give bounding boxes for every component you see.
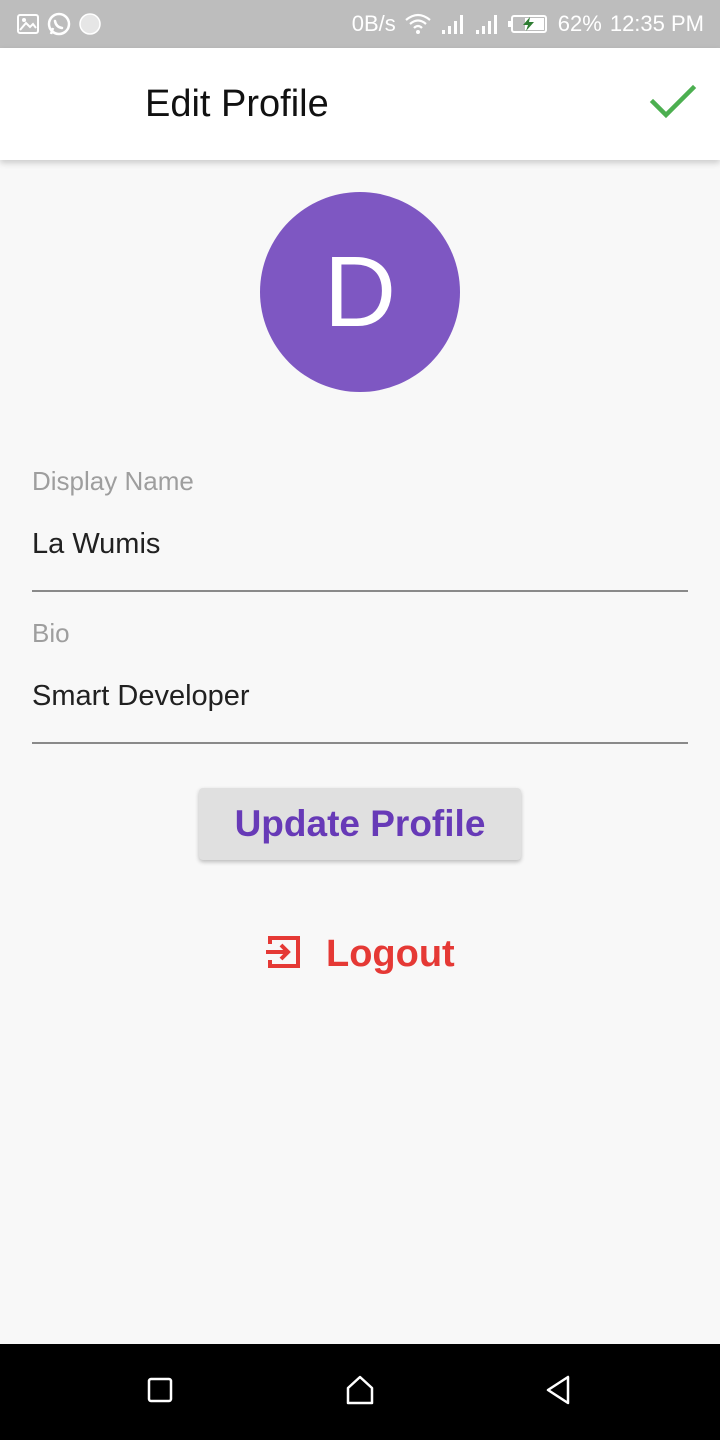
- bio-field: Bio: [32, 618, 688, 746]
- display-name-input[interactable]: [32, 524, 688, 564]
- back-button[interactable]: [538, 1372, 578, 1412]
- page-title: Edit Profile: [145, 83, 329, 125]
- avatar[interactable]: D: [260, 192, 460, 392]
- system-nav-bar: [0, 1344, 720, 1440]
- display-name-field: Display Name: [32, 466, 688, 594]
- check-icon: [649, 82, 697, 127]
- clock: 12:35 PM: [609, 11, 704, 36]
- home-icon: [343, 1373, 377, 1412]
- battery-percent: 62%: [557, 11, 602, 36]
- home-button[interactable]: [340, 1372, 380, 1412]
- recents-icon: [145, 1375, 175, 1410]
- status-left: [16, 11, 102, 37]
- update-profile-button[interactable]: Update Profile: [199, 788, 521, 860]
- net-speed: 0B/s: [351, 11, 396, 36]
- image-icon: [16, 12, 40, 36]
- recents-button[interactable]: [140, 1372, 180, 1412]
- status-right: 0B/s 62% 12:35 PM: [352, 11, 704, 37]
- exit-icon: [264, 932, 304, 977]
- notification-dot-icon: [78, 12, 102, 36]
- app-bar: Edit Profile: [0, 48, 720, 160]
- battery-charging-icon: [507, 13, 550, 35]
- bio-input[interactable]: [32, 676, 688, 716]
- wifi-icon: [404, 12, 432, 36]
- display-name-underline: [32, 590, 688, 592]
- status-bar: 0B/s 62% 12:35 PM: [0, 0, 720, 48]
- confirm-button[interactable]: [648, 82, 698, 126]
- bio-label: Bio: [32, 618, 70, 648]
- display-name-label: Display Name: [32, 466, 194, 496]
- signal-icon: [474, 13, 500, 35]
- back-icon: [542, 1373, 574, 1412]
- logout-label: Logout: [326, 932, 455, 975]
- bio-underline: [32, 742, 688, 744]
- signal-icon: [440, 13, 466, 35]
- avatar-initial: D: [323, 236, 397, 348]
- logout-button[interactable]: Logout: [264, 926, 455, 982]
- whatsapp-icon: [46, 11, 72, 37]
